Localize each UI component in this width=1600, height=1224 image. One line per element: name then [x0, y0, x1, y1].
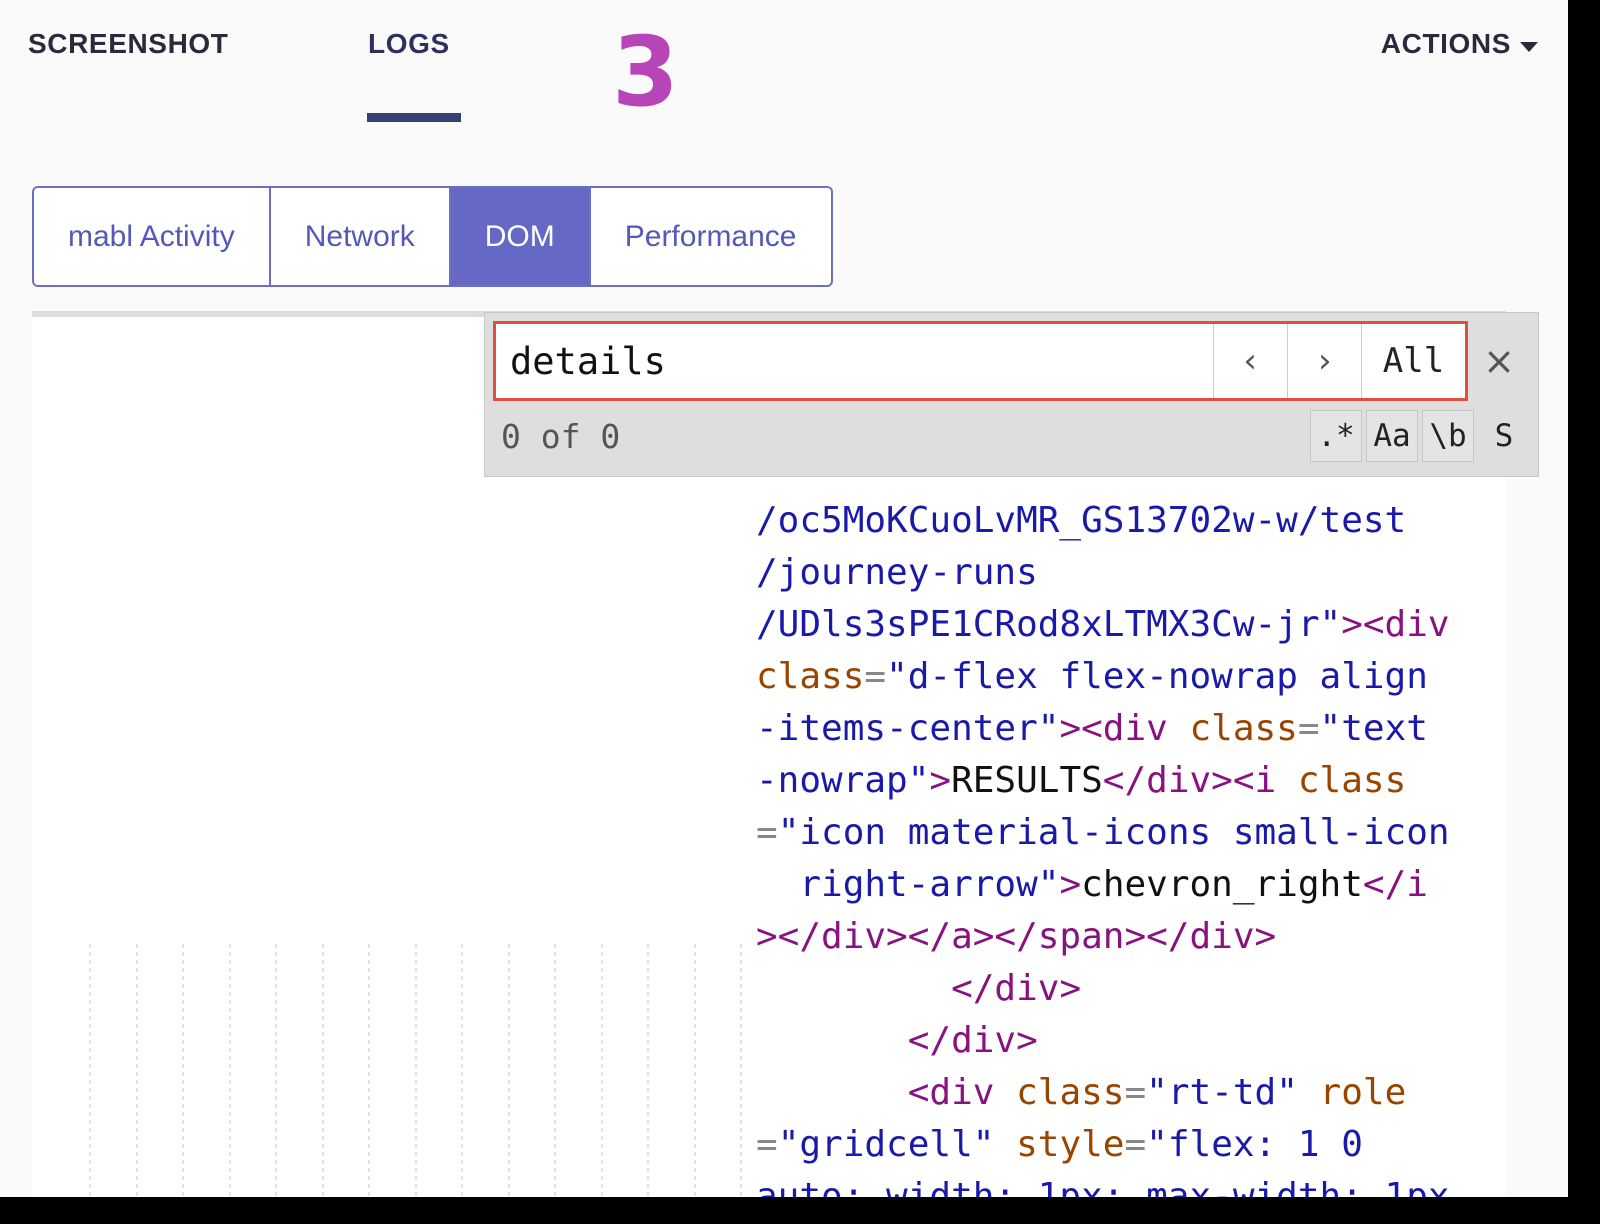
indent-guide-line [601, 944, 603, 1197]
indent-guide-line [136, 944, 138, 1197]
match-case-toggle[interactable]: Aa [1366, 410, 1418, 462]
indent-guide-line [554, 944, 556, 1197]
indent-guide-line [740, 944, 742, 1197]
devtools-panel-window: SCREENSHOT LOGS 3 ACTIONS mabl Activity … [0, 0, 1568, 1197]
indent-guide-line [182, 944, 184, 1197]
find-input-container: ‹ › All [493, 321, 1468, 401]
find-match-count: 0 of 0 [493, 417, 1306, 456]
header-tab-logs[interactable]: LOGS [368, 28, 450, 60]
find-all-button[interactable]: All [1361, 324, 1465, 398]
actions-dropdown-button[interactable]: ACTIONS [1381, 28, 1538, 60]
indent-guide-line [229, 944, 231, 1197]
find-bar: ‹ › All × 0 of 0 .* Aa \b S [484, 312, 1539, 477]
find-bar-primary-row: ‹ › All × [493, 321, 1530, 401]
indent-guide-line [89, 944, 91, 1197]
indent-guide-line [415, 944, 417, 1197]
header-tab-logs-active-indicator [367, 113, 461, 122]
find-previous-button[interactable]: ‹ [1213, 324, 1287, 398]
panel-header: SCREENSHOT LOGS 3 ACTIONS [0, 0, 1568, 155]
indent-guide-line [322, 944, 324, 1197]
close-icon[interactable]: × [1468, 321, 1530, 401]
chevron-down-icon [1520, 42, 1538, 52]
dom-source-code: /oc5MoKCuoLvMR_GS13702w-w/test /journey-… [756, 495, 1506, 1197]
find-input[interactable] [496, 324, 1213, 398]
find-bar-secondary-row: 0 of 0 .* Aa \b S [493, 401, 1530, 467]
tab-performance[interactable]: Performance [591, 188, 831, 285]
tab-mabl-activity[interactable]: mabl Activity [34, 188, 271, 285]
window-bottom-border [0, 1197, 1600, 1224]
tab-dom[interactable]: DOM [451, 188, 591, 285]
regex-toggle[interactable]: .* [1310, 410, 1362, 462]
find-next-button[interactable]: › [1287, 324, 1361, 398]
indent-guide-line [647, 944, 649, 1197]
search-in-selection-toggle[interactable]: S [1478, 410, 1530, 462]
indent-guide-line [461, 944, 463, 1197]
tab-network[interactable]: Network [271, 188, 451, 285]
indent-guide-line [694, 944, 696, 1197]
log-type-tab-group: mabl Activity Network DOM Performance [32, 186, 833, 287]
actions-label: ACTIONS [1381, 28, 1511, 60]
whole-word-toggle[interactable]: \b [1422, 410, 1474, 462]
step-number-badge: 3 [612, 24, 679, 120]
indent-guide-line [508, 944, 510, 1197]
window-right-border [1568, 0, 1600, 1197]
indent-guide-line [368, 944, 370, 1197]
header-tab-screenshot[interactable]: SCREENSHOT [28, 28, 228, 60]
indent-guide-line [275, 944, 277, 1197]
